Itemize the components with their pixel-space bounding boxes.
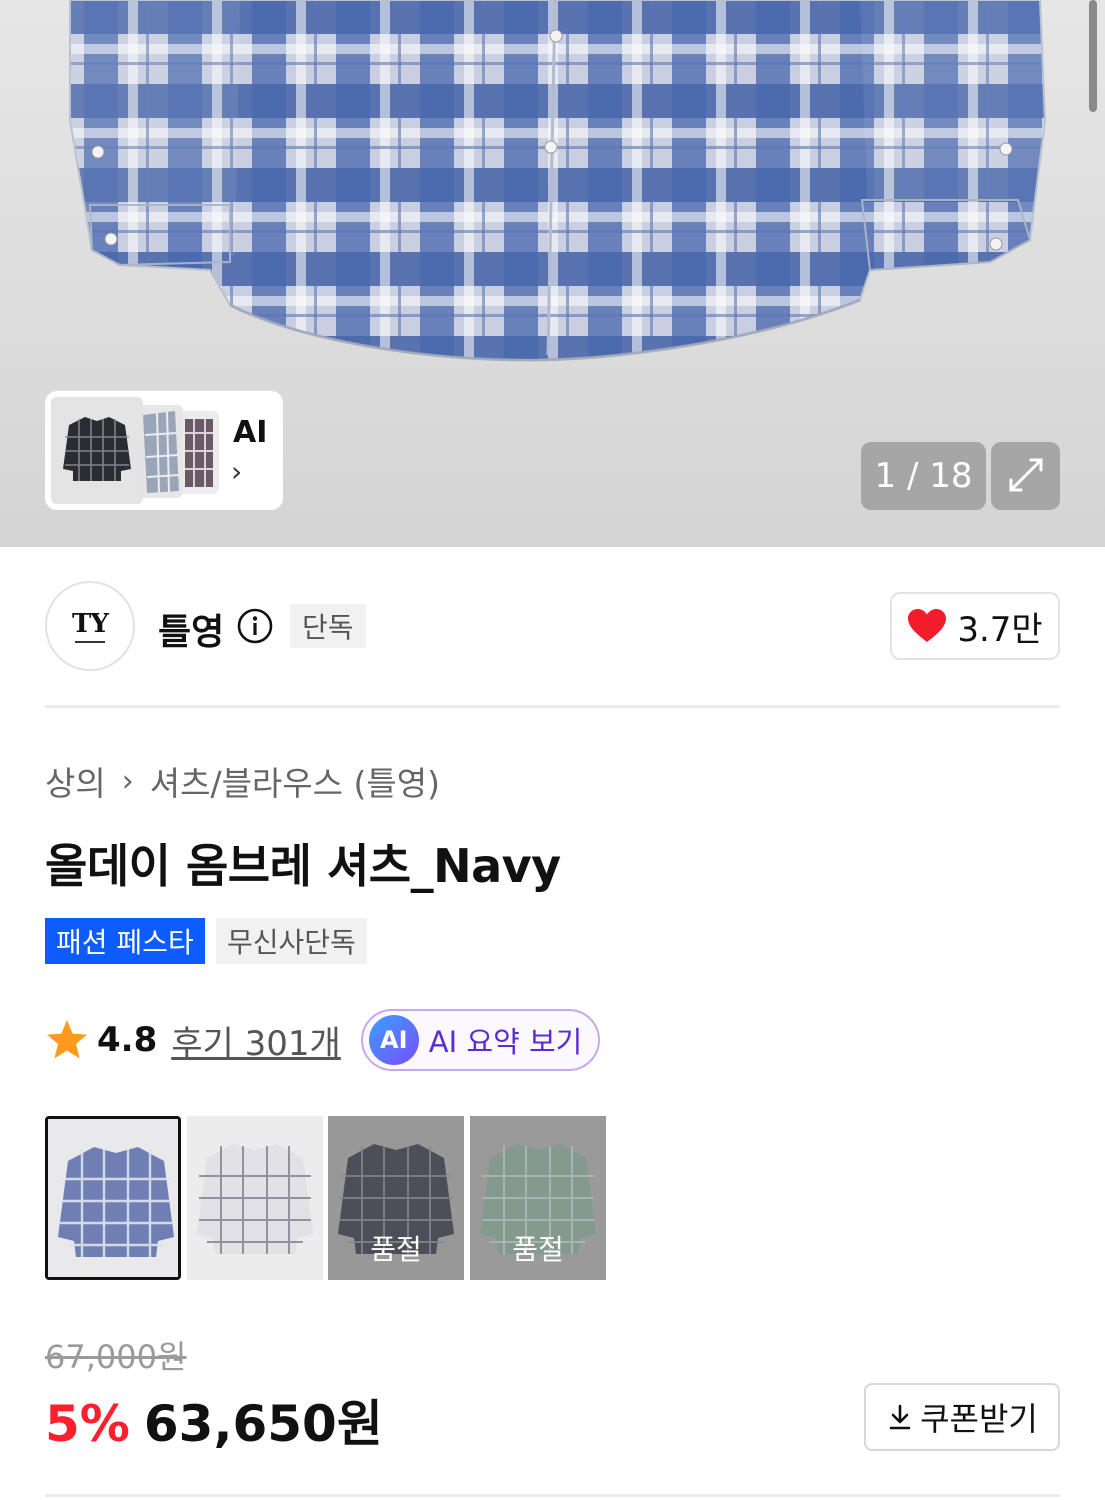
thumbnail-3 [179,411,219,494]
ai-try-on-label[interactable]: AI [233,415,267,450]
brand-logo-text: TY [72,609,109,639]
ai-summary-button[interactable]: AI AI 요약 보기 [360,1009,601,1071]
breadcrumb-category[interactable]: 상의 [45,757,106,805]
color-thumbnail-white [187,1116,323,1280]
ai-summary-label: AI 요약 보기 [428,1025,583,1059]
star-icon [47,1020,87,1059]
rating-value: 4.8 [97,1020,158,1060]
info-icon[interactable] [236,607,274,645]
exclusive-badge: 단독 [290,604,366,648]
image-pager: 1 / 18 [861,442,986,510]
section-divider [45,1494,1060,1497]
section-divider [45,705,1060,708]
expand-button[interactable] [991,442,1060,510]
coupon-label: 쿠폰받기 [920,1400,1038,1438]
download-coupon-button[interactable]: 쿠폰받기 [864,1383,1060,1451]
color-option-black[interactable]: 품절 [328,1116,464,1280]
thumbnail-2 [139,405,183,498]
musinsa-exclusive-tag: 무신사단독 [216,918,367,964]
color-thumbnail-navy [48,1119,178,1277]
chevron-right-icon: › [121,763,134,799]
thumbnail-1 [51,397,143,504]
heart-icon [908,609,947,642]
ai-badge-icon: AI [368,1015,419,1065]
image-thumbnail-strip[interactable]: AI › [45,391,283,510]
like-count: 3.7만 [957,609,1043,650]
brand-logo[interactable]: TY [45,581,135,671]
breadcrumb: 상의 › 셔츠/블라우스 (틀영) [45,757,440,805]
sold-out-label: 품절 [512,1233,564,1266]
brand-name[interactable]: 틀영 [158,603,224,655]
scrollbar[interactable] [1089,0,1097,112]
breadcrumb-subcategory[interactable]: 셔츠/블라우스 (틀영) [150,757,440,805]
brand-logo-underline [75,641,105,643]
reviews-link[interactable]: 후기 301개 [171,1016,341,1065]
color-option-navy[interactable] [45,1116,181,1280]
sale-price: 63,650원 [143,1395,383,1453]
color-option-green[interactable]: 품절 [470,1116,606,1280]
chevron-right-icon[interactable]: › [231,455,242,488]
sold-out-label: 품절 [370,1233,422,1266]
expand-icon [1009,458,1043,492]
download-icon [889,1404,911,1430]
color-option-white[interactable] [187,1116,323,1280]
like-button[interactable]: 3.7만 [890,592,1060,660]
discount-rate: 5% [45,1395,130,1453]
rating-row: 4.8 후기 301개 AI AI 요약 보기 [45,1009,601,1071]
original-price: 67,000원 [45,1338,187,1376]
product-image-gallery[interactable]: AI › 1 / 18 [0,0,1105,547]
price-row: 5% 63,650원 [45,1384,383,1456]
product-title: 올데이 옴브레 셔츠_Navy [45,839,561,893]
fashion-festa-tag: 패션 페스타 [45,918,205,964]
